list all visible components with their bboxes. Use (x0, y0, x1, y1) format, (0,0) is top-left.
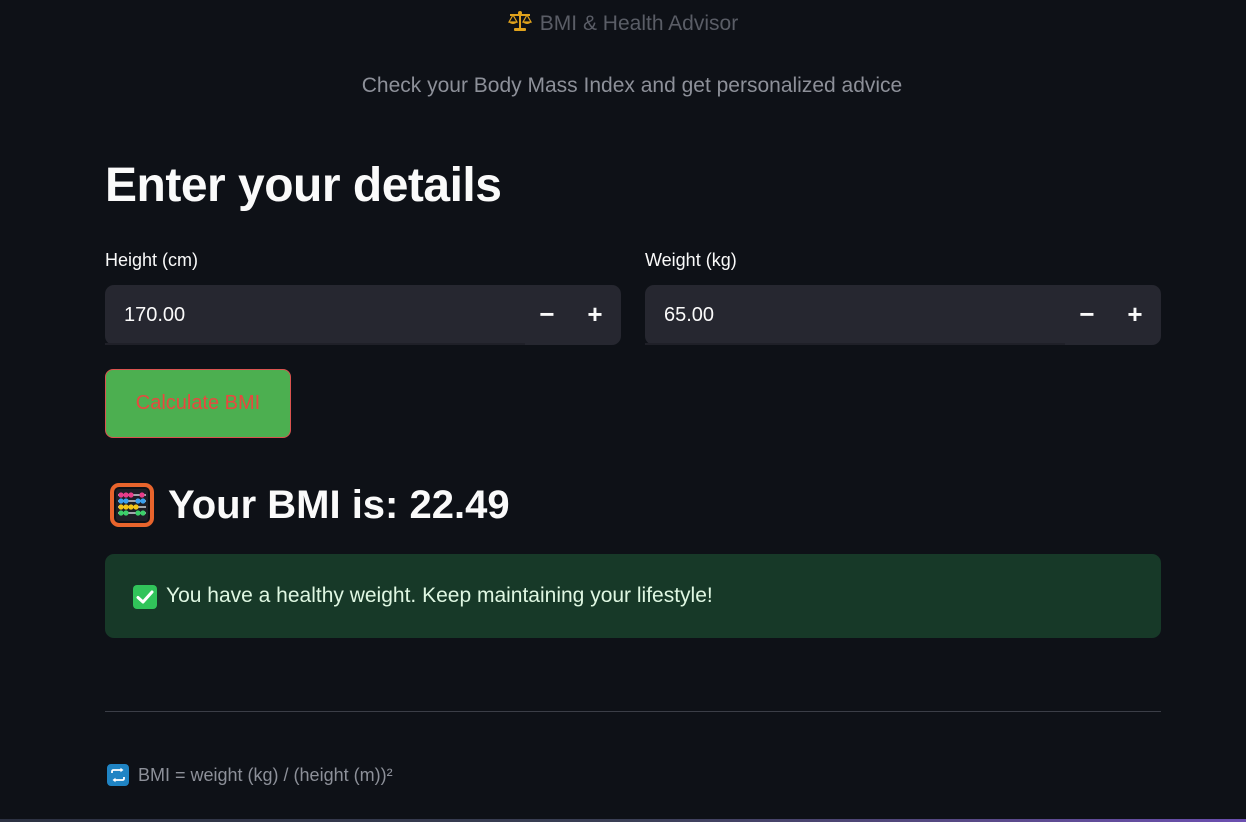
app-page: BMI & Health Advisor Check your Body Mas… (0, 0, 1246, 822)
weight-input-underline (645, 343, 1065, 345)
weight-increment-button[interactable]: + (1111, 285, 1159, 345)
height-input-underline (105, 343, 525, 345)
repeat-icon (107, 764, 129, 786)
height-value[interactable]: 170.00 (124, 285, 185, 345)
weight-label: Weight (kg) (645, 250, 737, 270)
calculate-bmi-button[interactable]: Calculate BMI (105, 369, 291, 438)
success-alert: You have a healthy weight. Keep maintain… (105, 554, 1161, 638)
check-mark-icon (133, 585, 157, 609)
bmi-formula: BMI = weight (kg) / (height (m))² (107, 762, 393, 788)
bmi-formula-text: BMI = weight (kg) / (height (m))² (138, 765, 393, 785)
app-subtitle: Check your Body Mass Index and get perso… (361, 74, 903, 97)
height-decrement-button[interactable]: − (523, 285, 571, 345)
divider (105, 711, 1161, 712)
weight-input[interactable]: 65.00 − + (645, 285, 1161, 345)
height-label: Height (cm) (105, 250, 199, 270)
height-increment-button[interactable]: + (571, 285, 619, 345)
height-input[interactable]: 170.00 − + (105, 285, 621, 345)
app-title: BMI & Health Advisor (0, 10, 1246, 40)
bmi-result-text: Your BMI is: 22.49 (168, 482, 510, 527)
abacus-icon (110, 483, 154, 527)
details-heading: Enter your details (105, 159, 502, 212)
app-title-text: BMI & Health Advisor (539, 12, 739, 35)
balance-scale-icon (507, 10, 532, 40)
bmi-result: Your BMI is: 22.49 (110, 480, 510, 530)
weight-value[interactable]: 65.00 (664, 285, 714, 345)
success-message: You have a healthy weight. Keep maintain… (166, 584, 713, 607)
weight-decrement-button[interactable]: − (1063, 285, 1111, 345)
